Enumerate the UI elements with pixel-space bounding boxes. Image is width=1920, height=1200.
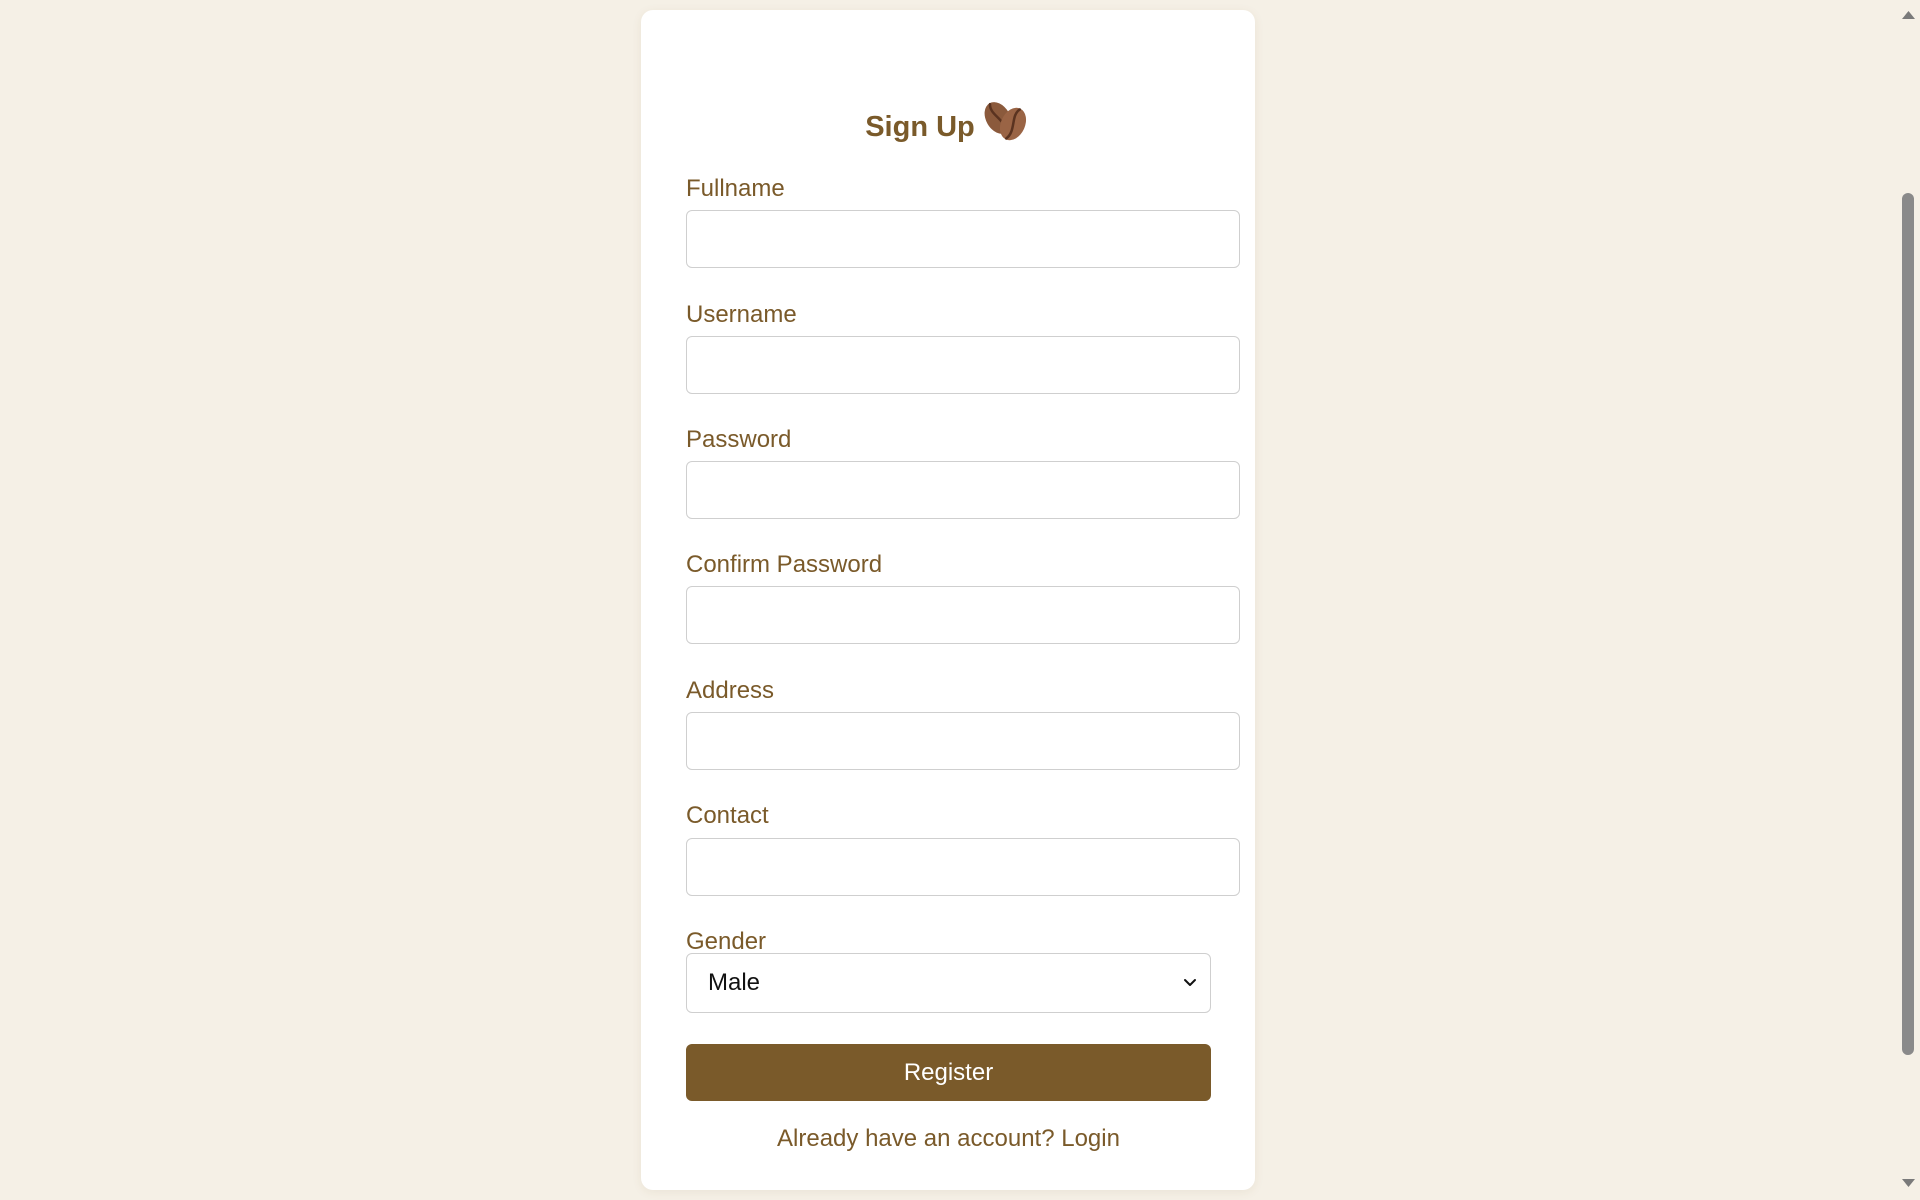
chevron-down-icon <box>1182 975 1198 991</box>
contact-label: Contact <box>686 802 769 829</box>
vertical-scrollbar[interactable] <box>1897 0 1920 1200</box>
fullname-label: Fullname <box>686 175 785 202</box>
gender-select[interactable]: Male <box>686 953 1211 1013</box>
scrollbar-thumb[interactable] <box>1902 193 1914 1055</box>
login-prompt-text: Already have an account? <box>777 1125 1055 1152</box>
password-input[interactable] <box>686 461 1240 519</box>
page: Sign Up Fullname Username Password Confi… <box>0 0 1920 1200</box>
gender-label: Gender <box>686 928 767 955</box>
login-link[interactable]: Login <box>1061 1125 1120 1152</box>
login-prompt: Already have an account? Login <box>686 1125 1211 1153</box>
scroll-down-arrow-icon[interactable] <box>1897 1176 1920 1190</box>
password-label: Password <box>686 426 792 453</box>
page-title: Sign Up <box>865 111 975 143</box>
register-button[interactable]: Register <box>686 1044 1211 1101</box>
signup-card: Sign Up Fullname Username Password Confi… <box>641 10 1255 1190</box>
fullname-input[interactable] <box>686 210 1240 268</box>
coffee-bean-icon <box>981 96 1031 144</box>
contact-input[interactable] <box>686 838 1240 896</box>
username-input[interactable] <box>686 336 1240 394</box>
confirm-password-input[interactable] <box>686 586 1240 644</box>
confirm-password-label: Confirm Password <box>686 551 883 578</box>
address-input[interactable] <box>686 712 1240 770</box>
gender-selected-value: Male <box>708 969 761 996</box>
address-label: Address <box>686 677 775 704</box>
title-row: Sign Up <box>641 92 1255 152</box>
scroll-up-arrow-icon[interactable] <box>1897 8 1920 22</box>
username-label: Username <box>686 301 797 328</box>
